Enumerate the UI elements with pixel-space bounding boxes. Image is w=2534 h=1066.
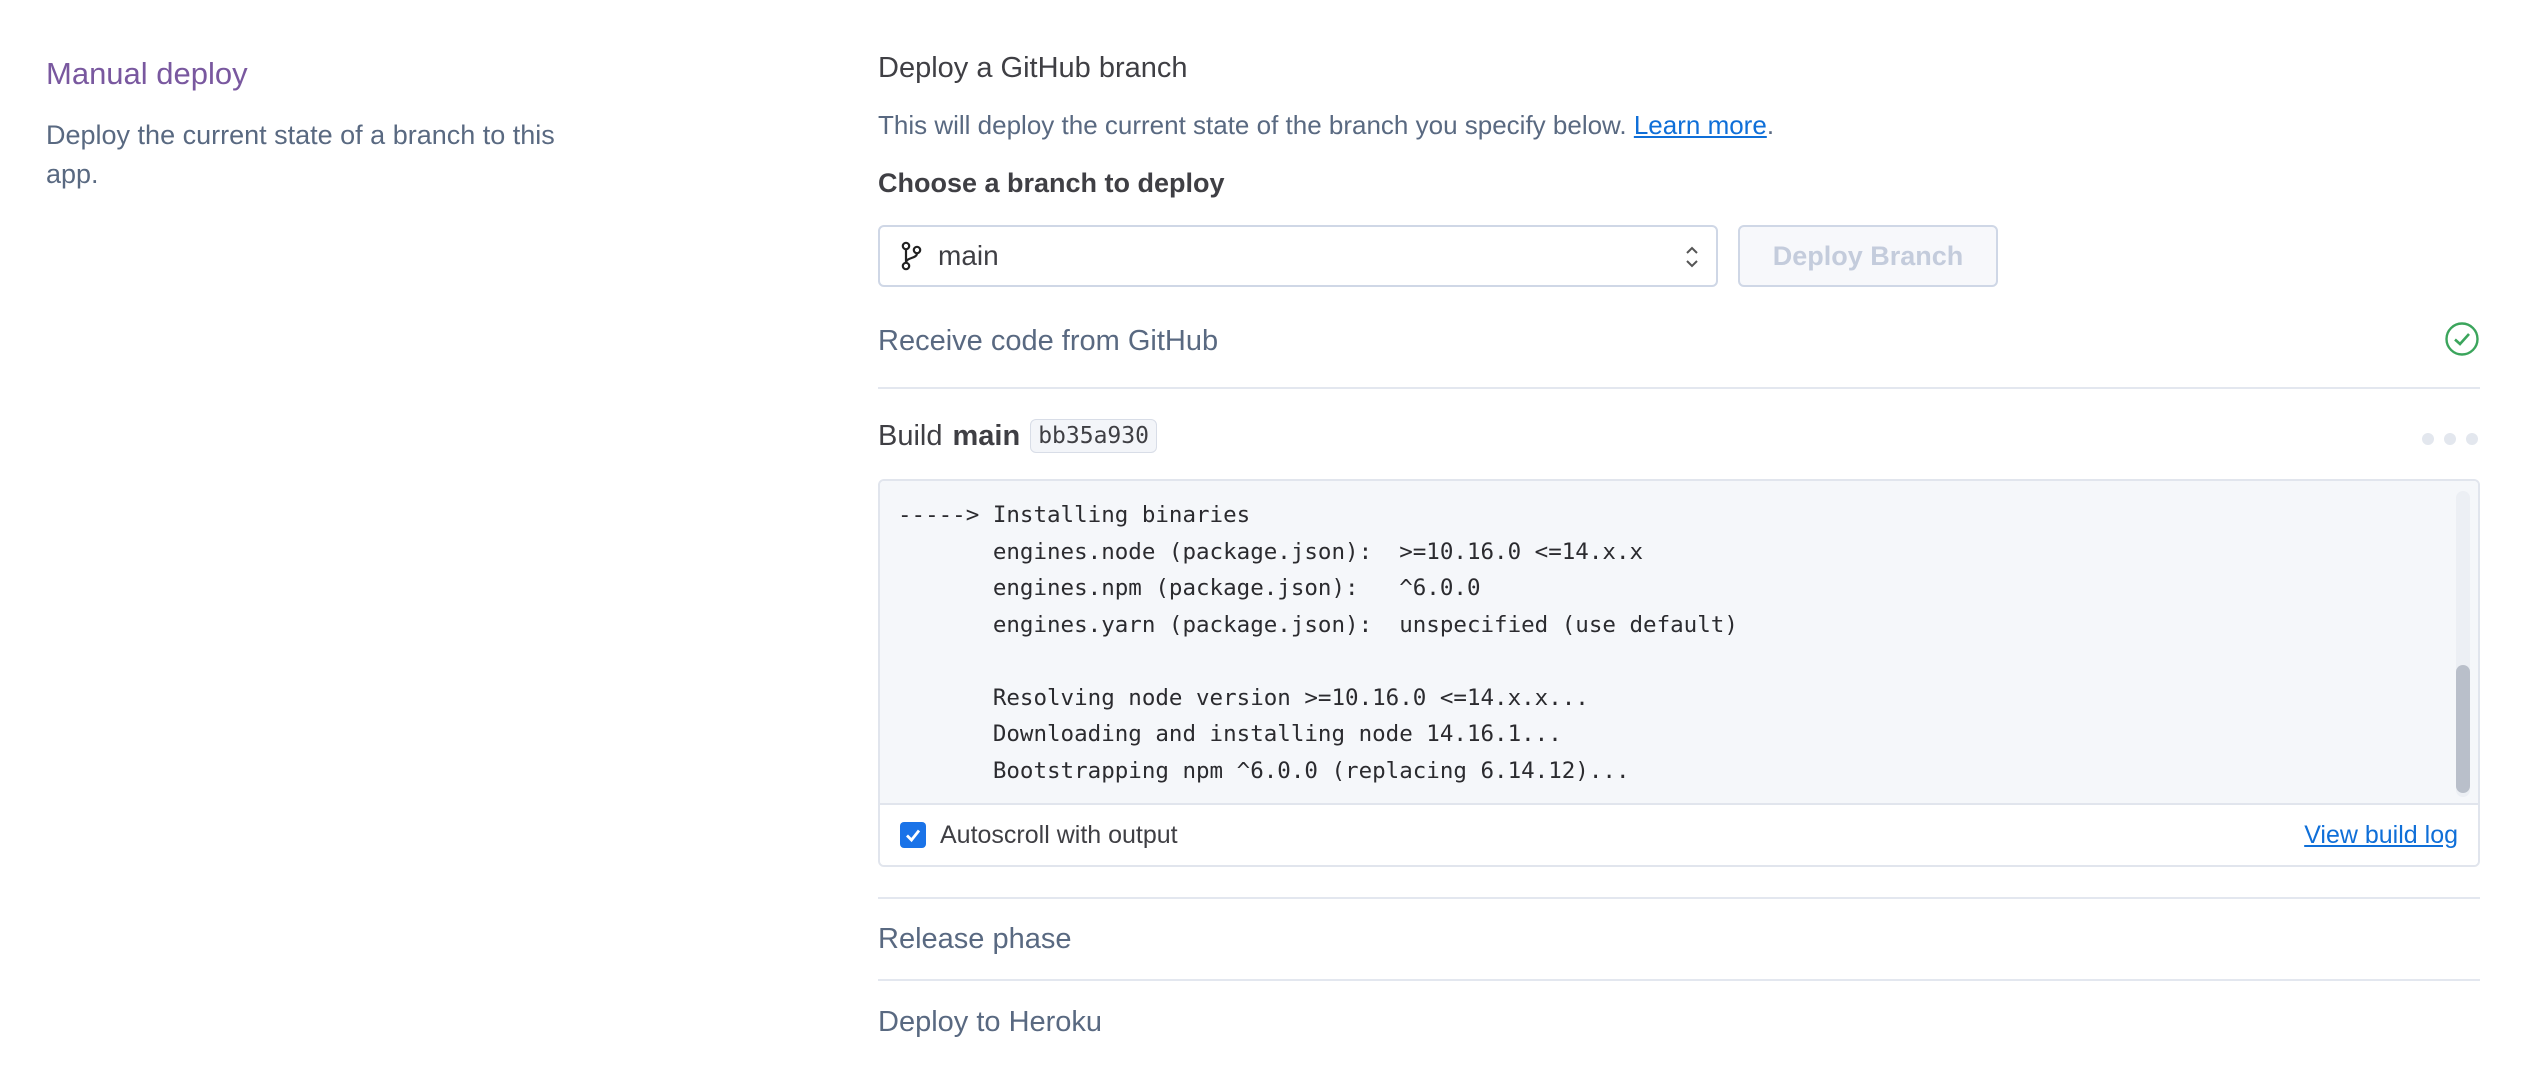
checkmark-icon [906,829,921,843]
deploy-heading: Deploy a GitHub branch [878,52,1188,84]
learn-more-link[interactable]: Learn more [1634,110,1767,140]
step-heroku-label: Deploy to Heroku [878,1006,1103,1038]
build-log-box: -----> Installing binaries engines.node … [878,479,2480,867]
build-log-output: -----> Installing binaries engines.node … [880,481,2478,805]
log-scrollbar-thumb[interactable] [2456,665,2470,793]
updown-chevron-icon [1686,246,1698,268]
section-title: Manual deploy [46,56,248,91]
autoscroll-label: Autoscroll with output [940,820,1178,849]
deploy-branch-button[interactable]: Deploy Branch [1738,225,1998,287]
build-label: Build [878,419,943,452]
step-release-label: Release phase [878,923,1072,955]
step-receive-code: Receive code from GitHub [878,321,2480,389]
step-release-phase: Release phase [878,897,2480,981]
branch-select-value: main [938,240,999,271]
more-dots-icon [2422,433,2478,445]
choose-branch-label: Choose a branch to deploy [878,168,1225,198]
section-description: Deploy the current state of a branch to … [46,120,555,189]
check-circle-icon [2445,322,2479,356]
build-branch: main [952,419,1021,452]
step-build-header: Build main bb35a930 [878,411,2480,461]
build-commit-sha: bb35a930 [1030,419,1157,453]
view-build-log-link[interactable]: View build log [2304,821,2458,850]
deploy-info-suffix: . [1766,110,1775,140]
build-log-footer: Autoscroll with output View build log [880,805,2478,865]
branch-select[interactable]: main [878,225,1718,287]
log-scrollbar[interactable] [2456,491,2470,797]
autoscroll-checkbox[interactable] [900,822,926,848]
branch-icon [901,241,922,271]
step-receive-label: Receive code from GitHub [878,325,1219,357]
step-deploy-heroku: Deploy to Heroku [878,981,2480,1063]
manual-deploy-section-info: Manual deploy Deploy the current state o… [46,56,606,194]
branch-row: main Deploy Branch [878,225,2480,287]
deploy-panel: Deploy a GitHub branch This will deploy … [878,50,2480,1063]
deploy-info: This will deploy the current state of th… [878,110,2480,141]
deploy-info-text: This will deploy the current state of th… [878,110,1634,140]
